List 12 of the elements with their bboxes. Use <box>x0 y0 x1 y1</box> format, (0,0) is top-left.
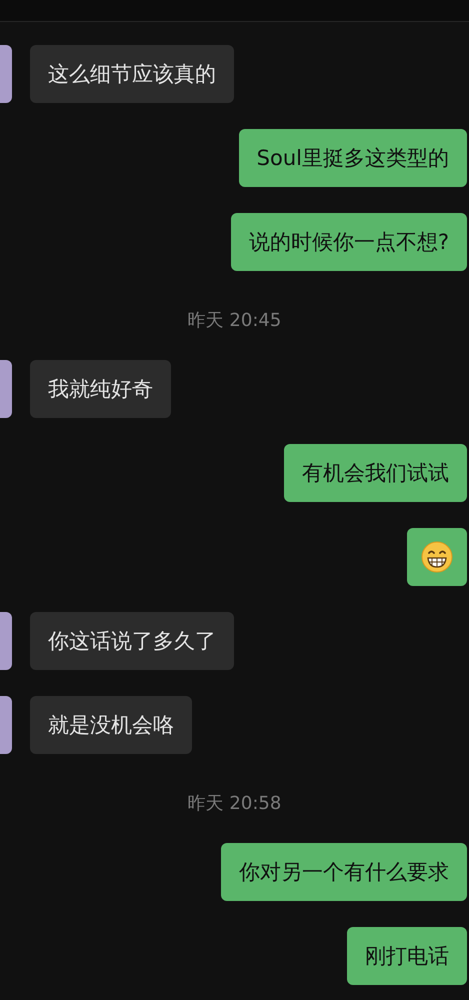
message-bubble: 说的时候你一点不想? <box>230 213 467 271</box>
timestamp: 昨天 20:58 <box>188 792 282 816</box>
message-bubble: 有机会我们试试 <box>284 444 467 502</box>
grinning-face-icon <box>421 541 453 573</box>
message-bubble: 这么细节应该真的 <box>30 45 234 103</box>
message-bubble: 你对另一个有什么要求 <box>221 843 467 901</box>
timestamp: 昨天 20:45 <box>188 309 282 333</box>
message-bubble: 我就纯好奇 <box>30 360 171 418</box>
message-bubble: Soul里挺多这类型的 <box>238 129 467 187</box>
message-bubble: 就是没机会咯 <box>30 696 192 754</box>
message-bubble: 你这话说了多久了 <box>30 612 234 670</box>
message-bubble: 刚打电话 <box>347 927 467 985</box>
